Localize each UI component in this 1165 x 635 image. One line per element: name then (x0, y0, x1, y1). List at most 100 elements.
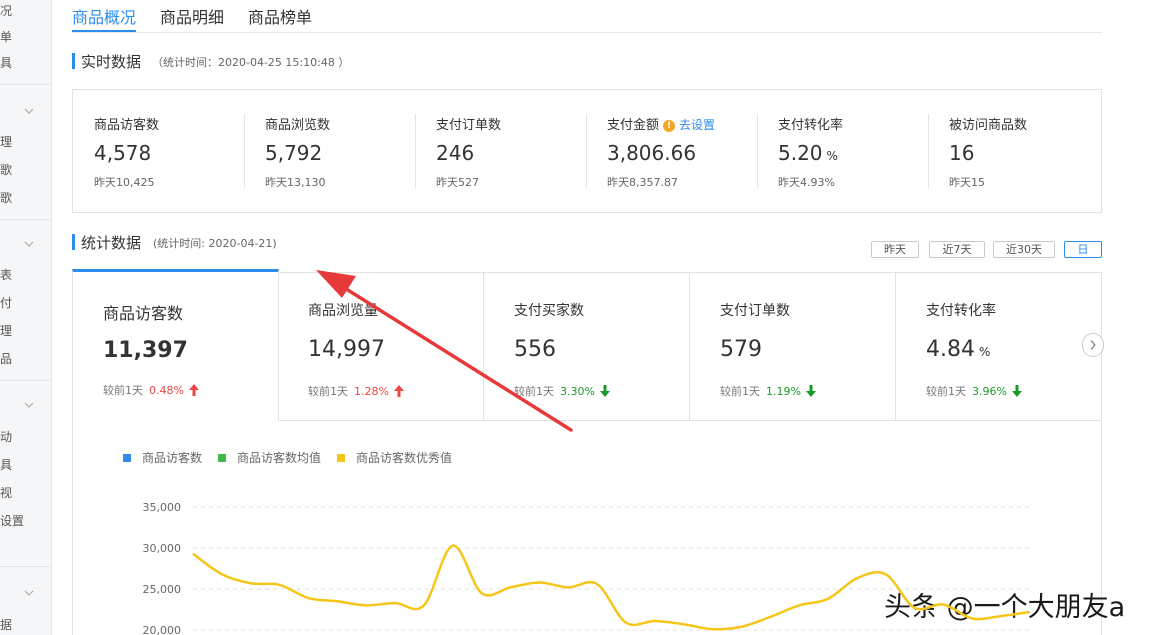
y-tick-label: 35,000 (143, 501, 182, 514)
stat-compare: 较前1天 3.30% (514, 383, 610, 399)
divider (586, 114, 587, 188)
sidebar-item-label[interactable]: 品 (0, 350, 12, 367)
series-line (192, 544, 1031, 631)
stat-unit: % (978, 345, 991, 359)
metric-label: 商品访客数 (94, 118, 160, 133)
metric-label: 支付金额! 去设置 (607, 118, 716, 133)
sidebar: 况 单 具 理 歌 歌 表 付 理 品 动 具 视 设置 据 (0, 0, 52, 635)
section-marker (72, 234, 75, 250)
tab-bar: 商品概况 商品明细 商品榜单 (72, 0, 1102, 33)
metric-label: 被访问商品数 (949, 118, 1028, 133)
stat-label: 支付转化率 (926, 303, 996, 319)
metric-value: 3,806.66 (607, 141, 697, 165)
period-yesterday-button[interactable]: 昨天 (871, 241, 919, 258)
y-tick-label: 20,000 (143, 624, 182, 635)
sidebar-item-label[interactable]: 理 (0, 322, 12, 339)
set-up-link[interactable]: 去设置 (679, 118, 715, 132)
realtime-metric: 被访问商品数 16 昨天15 (928, 90, 1099, 214)
metric-label: 支付转化率 (778, 118, 844, 133)
period-7days-button[interactable]: 近7天 (929, 241, 985, 258)
sidebar-item-label[interactable]: 据 (0, 616, 12, 633)
metric-value: 5,792 (265, 141, 323, 165)
sidebar-item-label[interactable]: 具 (0, 54, 12, 71)
sidebar-item-label[interactable]: 理 (0, 133, 12, 150)
stat-label: 商品访客数 (103, 304, 184, 323)
stat-value: 556 (514, 337, 556, 362)
chevron-down-icon[interactable] (24, 400, 34, 410)
sidebar-divider (0, 380, 52, 381)
sidebar-item-label[interactable]: 歌 (0, 189, 12, 206)
sidebar-item-label[interactable]: 具 (0, 456, 12, 473)
stat-compare: 较前1天 1.19% (720, 383, 816, 399)
section-marker (72, 53, 75, 69)
sidebar-divider (0, 219, 52, 220)
realtime-metric: 支付订单数 246 昨天527 (415, 90, 586, 214)
sidebar-item-label[interactable]: 付 (0, 294, 12, 311)
legend-item[interactable]: 商品访客数 (123, 449, 202, 466)
tab-overview[interactable]: 商品概况 (72, 4, 136, 28)
sidebar-item-label[interactable]: 视 (0, 484, 12, 501)
stat-cards: 商品访客数 11,397 较前1天 0.48% 商品浏览量 14,997 较前1天… (72, 269, 1102, 421)
arrow-down-icon (805, 385, 816, 397)
metric-label: 商品浏览数 (265, 118, 331, 133)
realtime-panel: 商品访客数 4,578 昨天10,425 商品浏览数 5,792 昨天13,13… (72, 89, 1102, 213)
stats-timestamp: (统计时间: 2020-04-21) (153, 237, 277, 250)
chevron-down-icon[interactable] (24, 588, 34, 598)
sidebar-item-label[interactable]: 表 (0, 266, 12, 283)
realtime-title: 实时数据 (81, 53, 142, 71)
sidebar-item-label[interactable]: 设置 (0, 512, 24, 529)
y-tick-label: 25,000 (143, 583, 182, 596)
sidebar-item-label[interactable]: 歌 (0, 161, 12, 178)
metric-value: 16 (949, 141, 975, 165)
stat-label: 商品浏览量 (308, 303, 378, 319)
legend-item[interactable]: 商品访客数优秀值 (337, 449, 452, 466)
stats-title: 统计数据 (81, 234, 142, 252)
metric-yesterday: 昨天15 (949, 176, 985, 189)
sidebar-item-label[interactable]: 况 (0, 2, 12, 19)
stat-value: 579 (720, 337, 762, 362)
sidebar-item-label[interactable]: 动 (0, 428, 12, 445)
arrow-down-icon (599, 385, 610, 397)
warning-icon[interactable]: ! (663, 120, 676, 132)
metric-yesterday: 昨天10,425 (94, 176, 155, 189)
next-card-button[interactable] (1082, 333, 1104, 357)
chevron-down-icon[interactable] (24, 106, 34, 116)
metric-yesterday: 昨天4.93% (778, 176, 835, 189)
stat-compare: 较前1天 3.96% (926, 383, 1022, 399)
realtime-metric: 商品浏览数 5,792 昨天13,130 (244, 90, 415, 214)
line-chart: 35,000 30,000 25,000 20,000 (143, 501, 1031, 635)
realtime-metric: 支付金额! 去设置 3,806.66 昨天8,357.87 (586, 90, 757, 214)
stat-label: 支付订单数 (720, 303, 790, 319)
stat-compare: 较前1天 0.48% (103, 382, 199, 398)
realtime-timestamp: （统计时间：2020-04-25 15:10:48 ） (152, 56, 350, 69)
metric-value: 4,578 (94, 141, 152, 165)
stat-card[interactable]: 支付转化率 4.84% 较前1天 3.96% (896, 272, 1102, 420)
stat-value: 11,397 (103, 338, 188, 363)
divider (415, 114, 416, 188)
sidebar-divider (0, 566, 52, 567)
metric-value: 246 (436, 141, 475, 165)
stat-card[interactable]: 商品访客数 11,397 较前1天 0.48% (72, 269, 279, 421)
y-tick-label: 30,000 (143, 542, 182, 555)
chevron-down-icon[interactable] (24, 239, 34, 249)
realtime-metric: 商品访客数 4,578 昨天10,425 (73, 90, 244, 214)
sidebar-item-label[interactable]: 单 (0, 28, 12, 45)
stat-value: 14,997 (308, 337, 385, 362)
realtime-metric: 支付转化率 5.20% 昨天4.93% (757, 90, 928, 214)
period-day-button[interactable]: 日 (1064, 241, 1102, 258)
legend-item[interactable]: 商品访客数均值 (218, 449, 321, 466)
divider (757, 114, 758, 188)
period-30days-button[interactable]: 近30天 (993, 241, 1055, 258)
stat-card[interactable]: 商品浏览量 14,997 较前1天 1.28% (278, 272, 484, 420)
divider (244, 114, 245, 188)
metric-yesterday: 昨天13,130 (265, 176, 326, 189)
tab-active-indicator (72, 30, 136, 32)
stat-card[interactable]: 支付订单数 579 较前1天 1.19% (690, 272, 896, 420)
stat-label: 支付买家数 (514, 303, 584, 319)
arrow-up-icon (393, 385, 404, 397)
tab-ranking[interactable]: 商品榜单 (248, 4, 312, 28)
tab-detail[interactable]: 商品明细 (160, 4, 224, 28)
arrow-up-icon (188, 384, 199, 396)
stat-card[interactable]: 支付买家数 556 较前1天 3.30% (484, 272, 690, 420)
metric-yesterday: 昨天8,357.87 (607, 176, 678, 189)
